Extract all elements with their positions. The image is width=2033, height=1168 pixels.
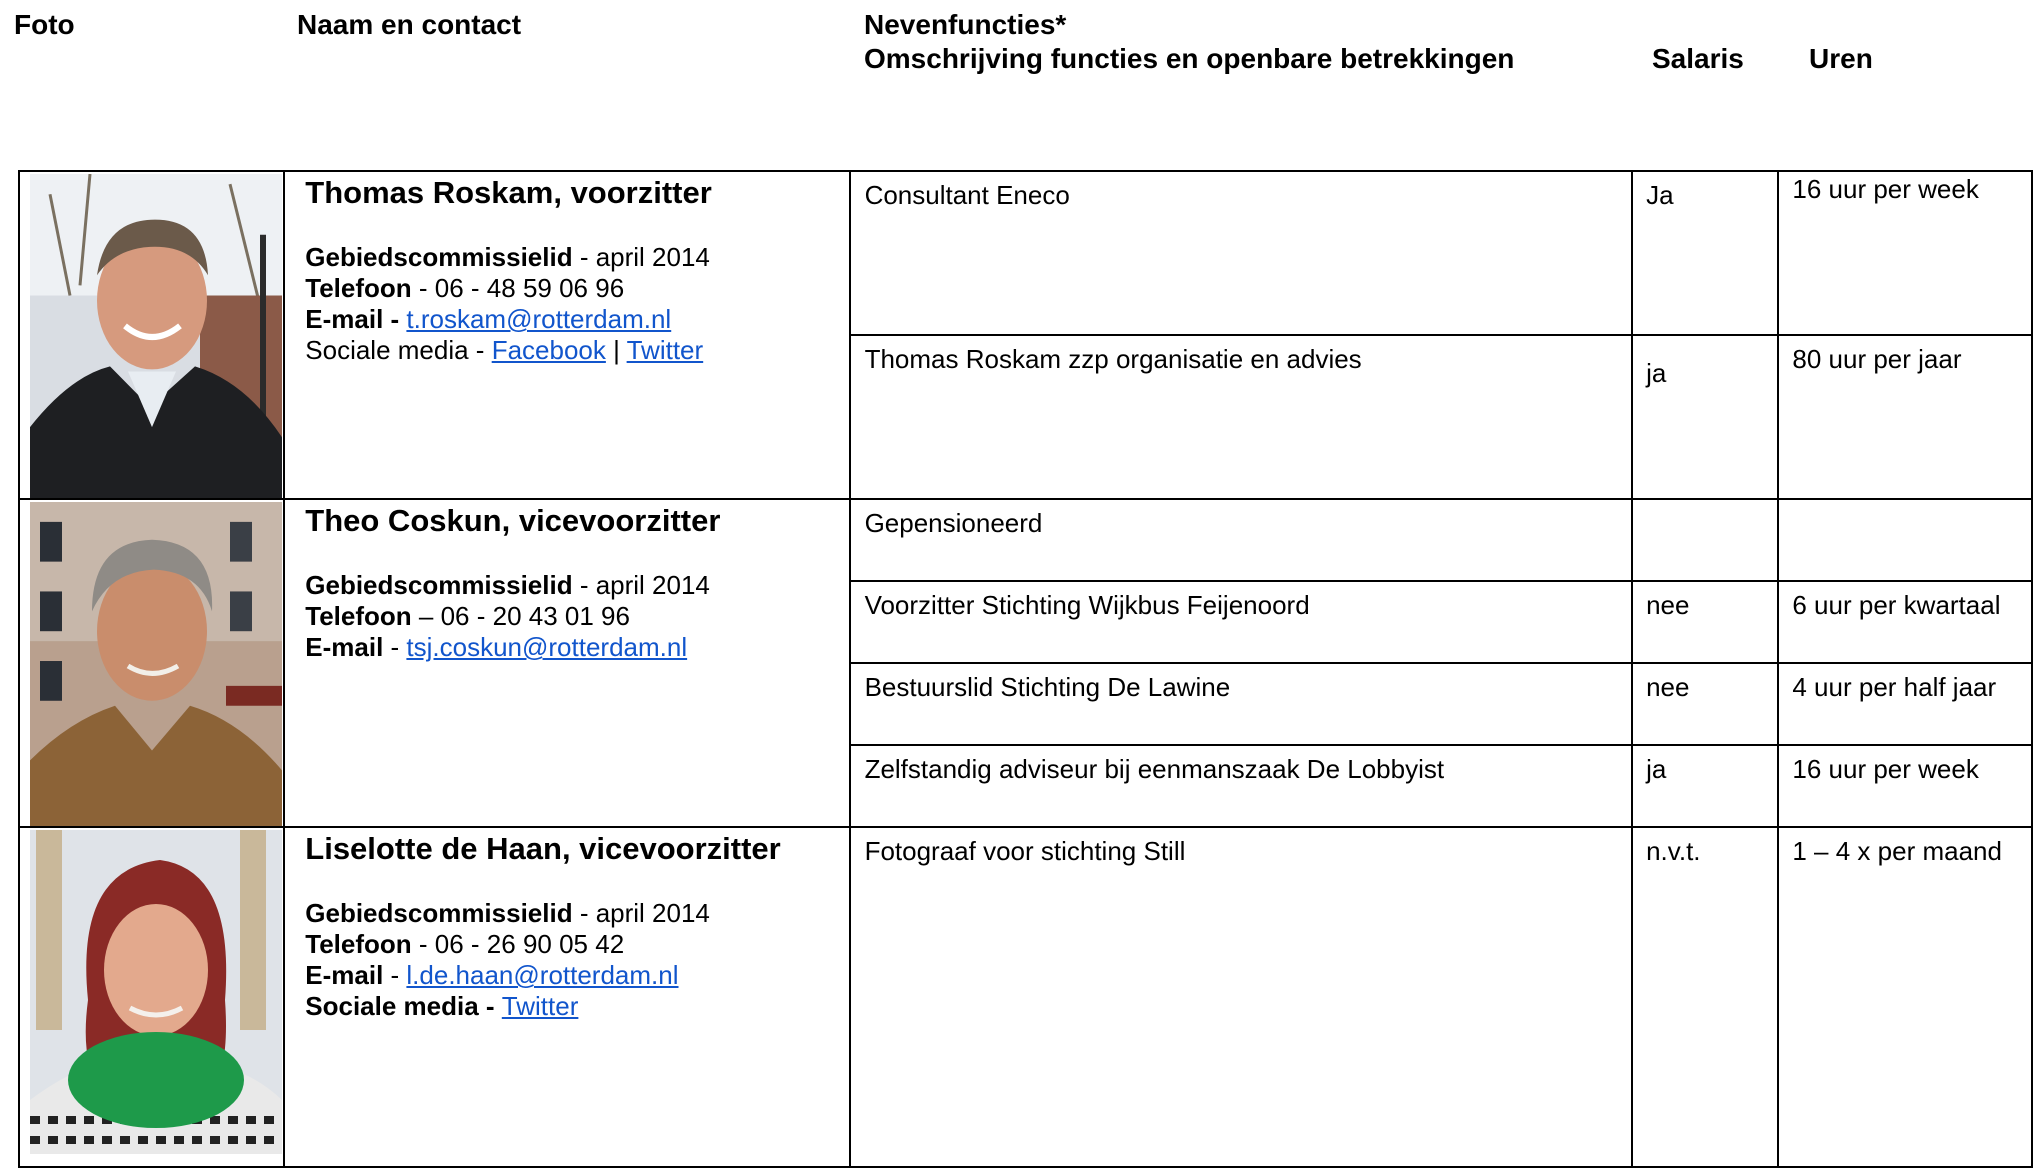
table-row: Thomas Roskam, voorzitter Gebiedscommiss… [17,170,2033,500]
function-hours: 16 uur per week [1777,744,2033,828]
facebook-link[interactable]: Facebook [492,335,606,365]
function-description: Gepensioneerd [848,498,1634,582]
member-name: Liselotte de Haan, vicevoorzitter [305,831,781,866]
role-value: - april 2014 [572,570,710,600]
function-hours: 1 – 4 x per maand [1777,826,2033,1168]
column-header-uren: Uren [1809,43,1873,74]
contact-cell: Theo Coskun, vicevoorzitter Gebiedscommi… [283,498,851,828]
photo-cell [17,826,286,1168]
social-label: Sociale media - [305,991,502,1021]
email-link[interactable]: t.roskam@rotterdam.nl [406,304,671,334]
email-separator: - [383,960,407,990]
phone-line: Telefoon - 06 - 48 59 06 96 [305,273,848,304]
role-line: Gebiedscommissielid - april 2014 [305,898,848,929]
function-salary: n.v.t. [1631,826,1780,1168]
twitter-link[interactable]: Twitter [627,335,704,365]
email-separator: - [383,632,407,662]
member-photo-roskam [30,174,282,498]
contact-cell: Thomas Roskam, voorzitter Gebiedscommiss… [283,170,851,500]
function-hours: 16 uur per week [1777,170,2033,336]
email-link[interactable]: tsj.coskun@rotterdam.nl [406,632,687,662]
function-salary-value: ja [1646,358,1667,388]
board-members-table: Thomas Roskam, voorzitter Gebiedscommiss… [17,170,2033,1168]
twitter-link[interactable]: Twitter [502,991,579,1021]
function-description: Zelfstandig adviseur bij eenmanszaak De … [848,744,1634,828]
column-header-foto: Foto [14,9,75,40]
email-line: E-mail - l.de.haan@rotterdam.nl [305,960,848,991]
social-label: Sociale media - [305,335,492,365]
contact-cell: Liselotte de Haan, vicevoorzitter Gebied… [283,826,851,1168]
email-link[interactable]: l.de.haan@rotterdam.nl [406,960,678,990]
column-header-nevenfuncties: Nevenfuncties* [864,9,1067,40]
function-description: Fotograaf voor stichting Still [848,826,1634,1168]
email-line: E-mail - tsj.coskun@rotterdam.nl [305,632,848,663]
email-label: E-mail [305,632,384,662]
phone-value: - 06 - 26 90 05 42 [411,929,625,959]
role-label: Gebiedscommissielid [305,242,573,272]
function-salary: nee [1631,662,1780,746]
table-row: Theo Coskun, vicevoorzitter Gebiedscommi… [17,498,2033,828]
email-label: E-mail [305,960,384,990]
column-header-omschrijving: Omschrijving functies en openbare betrek… [864,43,1515,74]
photo-cell [17,498,286,828]
role-line: Gebiedscommissielid - april 2014 [305,570,848,601]
role-value: - april 2014 [572,898,710,928]
function-description: Consultant Eneco [848,170,1634,336]
function-salary: nee [1631,580,1780,664]
role-label: Gebiedscommissielid [305,898,573,928]
function-description: Thomas Roskam zzp organisatie en advies [848,334,1634,500]
phone-label: Telefoon [305,601,412,631]
member-photo-de-haan [30,830,282,1154]
phone-value: – 06 - 20 43 01 96 [411,601,630,631]
role-line: Gebiedscommissielid - april 2014 [305,242,848,273]
social-line: Sociale media - Twitter [305,991,848,1022]
function-hours: 80 uur per jaar [1777,334,2033,500]
role-label: Gebiedscommissielid [305,570,573,600]
function-salary: ja [1631,744,1780,828]
function-salary: Ja [1631,170,1780,336]
email-line: E-mail - t.roskam@rotterdam.nl [305,304,848,335]
column-header-naam: Naam en contact [297,9,522,40]
phone-label: Telefoon [305,273,412,303]
email-label: E-mail - [305,304,407,334]
function-hours [1777,498,2033,582]
table-row: Liselotte de Haan, vicevoorzitter Gebied… [17,826,2033,1168]
member-name: Theo Coskun, vicevoorzitter [305,503,721,538]
social-line: Sociale media - Facebook | Twitter [305,335,848,366]
function-description: Voorzitter Stichting Wijkbus Feijenoord [848,580,1634,664]
phone-value: - 06 - 48 59 06 96 [411,273,625,303]
member-name: Thomas Roskam, voorzitter [305,175,712,210]
social-separator: | [605,335,627,365]
function-description: Bestuurslid Stichting De Lawine [848,662,1634,746]
phone-line: Telefoon - 06 - 26 90 05 42 [305,929,848,960]
role-value: - april 2014 [572,242,710,272]
function-hours: 4 uur per half jaar [1777,662,2033,746]
function-salary: ja [1631,334,1780,500]
column-header-salaris: Salaris [1652,43,1744,74]
function-hours: 6 uur per kwartaal [1777,580,2033,664]
member-photo-coskun [30,502,282,826]
function-salary [1631,498,1780,582]
photo-cell [17,170,286,500]
phone-label: Telefoon [305,929,412,959]
phone-line: Telefoon – 06 - 20 43 01 96 [305,601,848,632]
